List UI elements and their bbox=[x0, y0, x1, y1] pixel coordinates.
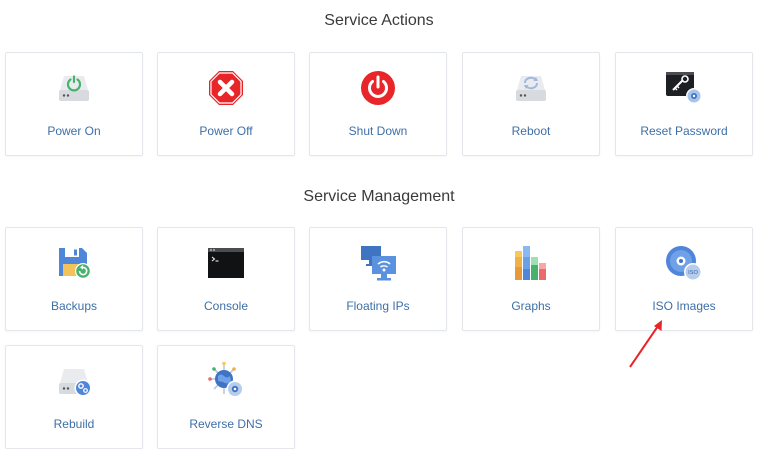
backups-label: Backups bbox=[50, 299, 98, 313]
rebuild-label: Rebuild bbox=[53, 417, 95, 431]
graphs-label: Graphs bbox=[511, 299, 551, 313]
floating-ips-button[interactable]: Floating IPs bbox=[309, 227, 447, 331]
iso-badge-text: ISO bbox=[688, 270, 698, 276]
reset-password-icon bbox=[666, 72, 702, 104]
iso-images-label: ISO Images bbox=[652, 299, 716, 313]
power-on-icon bbox=[59, 75, 89, 101]
power-on-button[interactable]: Power On bbox=[5, 52, 143, 156]
power-on-label: Power On bbox=[47, 124, 101, 138]
power-off-icon bbox=[209, 71, 243, 105]
graphs-icon bbox=[515, 246, 546, 280]
shut-down-button[interactable]: Shut Down bbox=[309, 52, 447, 156]
floating-ips-icon bbox=[361, 246, 396, 281]
reverse-dns-button[interactable]: Reverse DNS bbox=[157, 345, 295, 449]
reset-password-button[interactable]: Reset Password bbox=[615, 52, 753, 156]
reboot-button[interactable]: Reboot bbox=[462, 52, 600, 156]
rebuild-icon bbox=[59, 369, 92, 397]
reboot-icon bbox=[516, 76, 546, 101]
iso-images-icon: ISO bbox=[666, 246, 702, 281]
console-button[interactable]: Console bbox=[157, 227, 295, 331]
console-icon bbox=[208, 248, 244, 278]
reverse-dns-icon bbox=[208, 361, 244, 398]
shut-down-icon bbox=[361, 71, 395, 105]
shut-down-label: Shut Down bbox=[348, 124, 408, 138]
power-off-label: Power Off bbox=[199, 124, 253, 138]
reset-password-label: Reset Password bbox=[640, 124, 728, 138]
service-management-title: Service Management bbox=[303, 188, 455, 205]
power-off-button[interactable]: Power Off bbox=[157, 52, 295, 156]
service-actions-title: Service Actions bbox=[324, 12, 434, 29]
backups-button[interactable]: Backups bbox=[5, 227, 143, 331]
console-label: Console bbox=[203, 299, 249, 313]
backups-icon bbox=[59, 248, 91, 279]
reboot-label: Reboot bbox=[511, 124, 551, 138]
annotation-arrow-icon bbox=[629, 320, 662, 368]
rebuild-button[interactable]: Rebuild bbox=[5, 345, 143, 449]
floating-ips-label: Floating IPs bbox=[346, 299, 410, 313]
graphs-button[interactable]: Graphs bbox=[462, 227, 600, 331]
reverse-dns-label: Reverse DNS bbox=[189, 417, 263, 431]
